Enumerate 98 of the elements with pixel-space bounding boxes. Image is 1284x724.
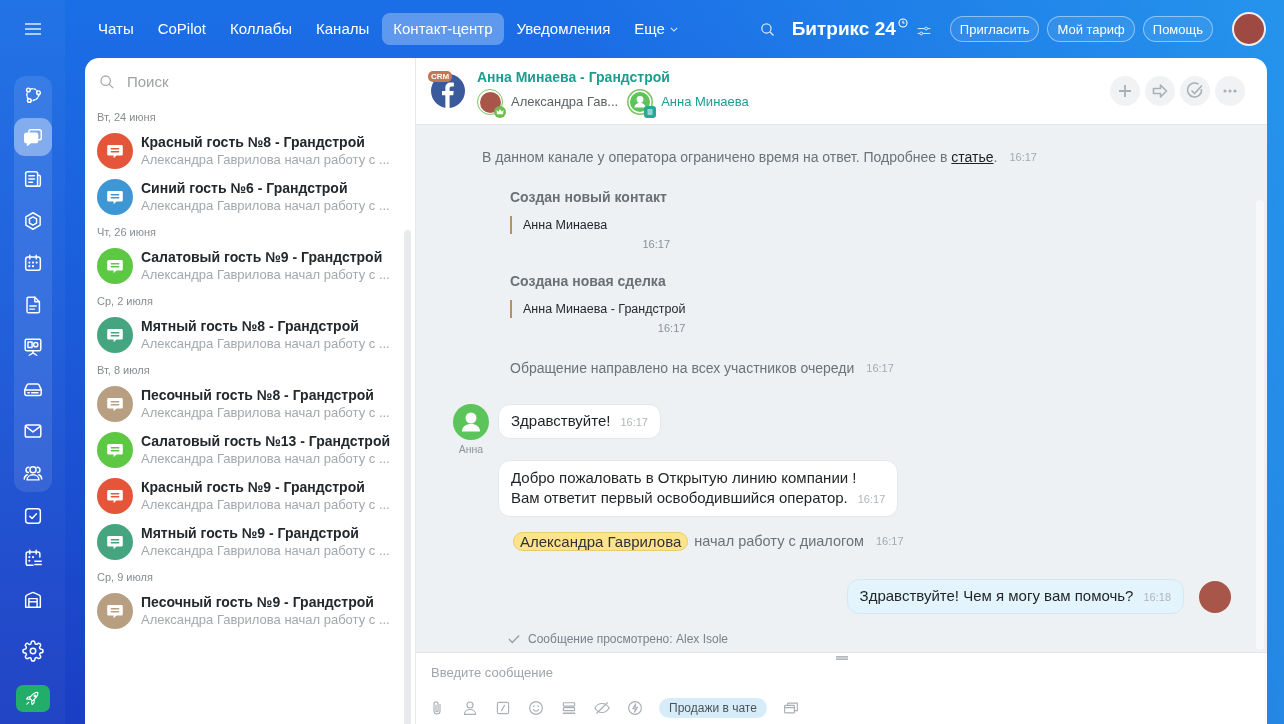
read-receipt: Сообщение просмотрено: Alex Isole	[528, 632, 728, 646]
message-time: 16:17	[857, 493, 886, 505]
sidebar-item[interactable]	[13, 118, 52, 156]
user-avatar-icon[interactable]	[627, 88, 654, 115]
message-time: 16:17	[876, 535, 904, 547]
search-field[interactable]: Поиск	[127, 73, 307, 90]
message-preview: Александра Гаврилова начал работу с ...	[141, 612, 390, 628]
eye-off-icon[interactable]	[593, 699, 611, 717]
logo-text[interactable]: Битрикс 24	[791, 18, 896, 40]
crown-icon	[494, 105, 506, 118]
lightning-icon[interactable]	[626, 699, 644, 717]
article-link[interactable]: статье	[951, 149, 994, 165]
user-icon[interactable]	[461, 699, 479, 717]
chat-title[interactable]: Мятный гость №8 - Грандстрой	[141, 318, 390, 335]
check-circle-icon[interactable]	[1180, 76, 1210, 106]
participant-name[interactable]: Анна Минаева	[661, 94, 749, 109]
message-preview: Александра Гаврилова начал работу с ...	[141, 405, 390, 421]
author-name: Анна	[458, 443, 484, 456]
date-label: Ср, 2 июля	[97, 294, 153, 307]
slash-square-icon[interactable]	[494, 699, 512, 717]
message-preview: Александра Гаврилова начал работу с ...	[141, 336, 390, 352]
event-title: Создана новая сделка	[510, 272, 666, 291]
date-label: Чт, 26 июня	[97, 225, 156, 238]
date-label: Вт, 24 июня	[97, 110, 156, 123]
presentation-icon	[21, 336, 44, 358]
user-mention[interactable]: Александра Гаврилова	[513, 531, 689, 551]
message-preview: Александра Гаврилова начал работу с ...	[141, 267, 390, 283]
chat-title[interactable]: Салатовый гость №9 - Грандстрой	[141, 249, 390, 266]
entity-name: Анна Минаева	[510, 216, 608, 234]
message-preview: Александра Гаврилова начал работу с ...	[141, 451, 391, 467]
chat-avatar-icon[interactable]	[97, 432, 133, 468]
crm-badge: CRM	[428, 71, 453, 82]
message-preview: Александра Гаврилова начал работу с ...	[141, 497, 390, 513]
chat-title[interactable]: Красный гость №8 - Грандстрой	[141, 134, 390, 151]
chat-avatar-icon[interactable]	[97, 179, 133, 215]
chat-avatar-icon[interactable]	[97, 317, 133, 353]
sliders-icon[interactable]	[916, 25, 931, 37]
resize-handle-icon[interactable]	[835, 656, 848, 660]
system-message: начал работу с диалогом	[694, 532, 864, 551]
message-text: Здравствуйте! Чем я могу вам помочь?	[859, 587, 1134, 604]
date-label: Ср, 9 июля	[97, 570, 153, 583]
participant-name[interactable]: Александра Гав...	[511, 94, 619, 109]
rocket-button[interactable]	[15, 685, 50, 712]
chat-title[interactable]: Песочный гость №8 - Грандстрой	[141, 387, 390, 404]
stack-icon[interactable]	[560, 699, 578, 717]
nav-tab[interactable]: Чаты	[87, 13, 145, 45]
user-avatar[interactable]	[1199, 580, 1231, 613]
chat-title[interactable]: Песочный гость №9 - Грандстрой	[141, 594, 390, 611]
chat-avatar-icon[interactable]	[97, 478, 133, 514]
chevron-down-icon	[669, 26, 678, 32]
chat-title[interactable]: Мятный гость №9 - Грандстрой	[141, 525, 390, 542]
clock-icon	[897, 18, 908, 28]
nav-tab[interactable]: CoPilot	[146, 13, 218, 45]
message-time: 16:17	[1009, 151, 1037, 163]
windows-icon[interactable]	[781, 699, 800, 717]
message-preview: Александра Гаврилова начал работу с ...	[141, 152, 390, 168]
chat-title[interactable]: Красный гость №9 - Грандстрой	[141, 479, 390, 496]
message-time: 16:17	[866, 362, 894, 374]
header-button[interactable]: Мой тариф	[1047, 16, 1135, 42]
menu-icon[interactable]	[24, 23, 41, 35]
message-time: 16:18	[1143, 591, 1171, 603]
nav-tab[interactable]: Коллабы	[219, 13, 303, 45]
message-time: 16:17	[620, 416, 648, 428]
message-time: 16:17	[657, 321, 686, 335]
search-icon[interactable]	[758, 20, 776, 38]
check-icon	[508, 634, 520, 644]
message-input[interactable]: Введите сообщение	[431, 662, 1252, 682]
message-time: 16:17	[642, 237, 670, 251]
message-text: Здравствуйте!	[511, 412, 611, 429]
nav-tab[interactable]: Каналы	[305, 13, 381, 45]
rocket-icon	[24, 690, 41, 707]
plus-icon[interactable]	[1110, 76, 1140, 106]
f-logo-icon	[431, 74, 465, 108]
settings-icon	[21, 640, 44, 662]
more-menu[interactable]: Еще	[623, 13, 689, 45]
chat-title[interactable]: Синий гость №6 - Грандстрой	[141, 180, 390, 197]
chat-avatar-icon[interactable]	[97, 524, 133, 560]
system-message: В данном канале у оператора ограничено время на ответ. Подробнее в статье.	[482, 148, 998, 167]
smiley-icon[interactable]	[527, 699, 545, 717]
message-preview: Александра Гаврилова начал работу с ...	[141, 198, 390, 214]
sales-button[interactable]: Продажи в чате	[659, 698, 767, 718]
chat-title[interactable]: Салатовый гость №13 - Грандстрой	[141, 433, 391, 450]
chat-avatar-icon[interactable]	[97, 248, 133, 284]
chat-title[interactable]: Анна Минаева - Грандстрой	[477, 67, 749, 86]
header-button[interactable]: Пригласить	[949, 16, 1040, 42]
date-label: Вт, 8 июля	[97, 363, 150, 376]
message-text: Добро пожаловать в Открытую линию компании ! Вам ответит первый освободившийся оператор.	[511, 469, 857, 506]
search-icon	[99, 73, 115, 90]
chat-avatar-icon[interactable]	[97, 593, 133, 629]
user-avatar-icon[interactable]	[453, 404, 489, 440]
system-message: Обращение направлено на всех участников очереди	[510, 359, 855, 378]
chat-avatar-icon[interactable]	[97, 386, 133, 422]
entity-name: Анна Минаева - Грандстрой	[510, 300, 686, 318]
message-preview: Александра Гаврилова начал работу с ...	[141, 543, 390, 559]
chat-icon	[21, 126, 44, 148]
event-title: Создан новый контакт	[510, 188, 667, 207]
chat-avatar-icon[interactable]	[97, 133, 133, 169]
nav-tab[interactable]: Уведомления	[505, 13, 622, 45]
